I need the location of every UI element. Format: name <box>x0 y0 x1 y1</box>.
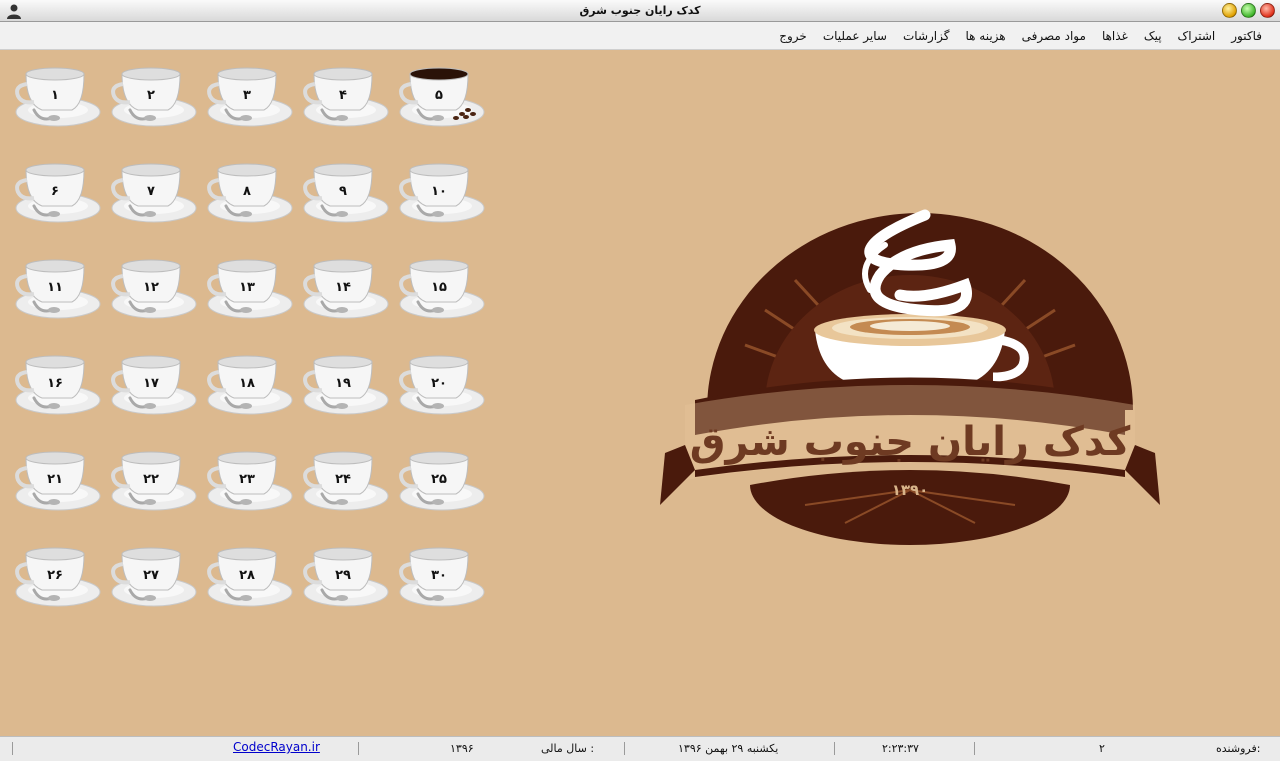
table-cup-button[interactable]: ۲۱ <box>12 448 102 516</box>
table-number: ۱۸ <box>239 376 255 391</box>
table-number: ۳۰ <box>431 568 447 583</box>
table-number: ۲۹ <box>335 568 351 583</box>
table-cup-button[interactable]: ۱۲ <box>108 256 198 324</box>
table-cup-button[interactable]: ۳ <box>204 64 294 132</box>
table-cup-button[interactable]: ۲۸ <box>204 544 294 612</box>
close-button[interactable] <box>1260 3 1275 18</box>
table-cup-button[interactable]: ۲۴ <box>300 448 390 516</box>
table-number: ۳ <box>243 88 251 103</box>
table-number: ۱ <box>51 88 59 103</box>
logo-name: کدک رایان جنوب شرق <box>690 419 1131 465</box>
table-cup-button[interactable]: ۲۷ <box>108 544 198 612</box>
table-cup-button[interactable]: ۲ <box>108 64 198 132</box>
table-number: ۲۵ <box>431 472 447 487</box>
table-number: ۲۶ <box>47 568 63 583</box>
minimize-button[interactable] <box>1222 3 1237 18</box>
table-number: ۱۰ <box>431 184 447 199</box>
table-cup-button[interactable]: ۲۰ <box>396 352 486 420</box>
status-bar: فروشنده: ۲ ۲:۲۳:۳۷ یکشنبه ۲۹ بهمن ۱۳۹۶ س… <box>0 736 1280 761</box>
table-number: ۱۲ <box>143 280 159 295</box>
menu-other-operations[interactable]: سایر عملیات <box>815 29 895 43</box>
table-cup-button[interactable]: ۱۶ <box>12 352 102 420</box>
status-separator <box>12 742 13 755</box>
menu-foods[interactable]: غذاها <box>1094 29 1136 43</box>
status-separator <box>834 742 835 755</box>
table-number: ۲۳ <box>239 472 255 487</box>
menu-expenses[interactable]: هزینه ها <box>957 29 1013 43</box>
table-cup-button[interactable]: ۱۱ <box>12 256 102 324</box>
table-number: ۱۴ <box>335 280 351 295</box>
menu-subscription[interactable]: اشتراک <box>1170 29 1224 43</box>
table-number: ۸ <box>243 184 251 199</box>
table-number: ۴ <box>339 88 347 103</box>
menu-consumables[interactable]: مواد مصرفی <box>1014 29 1094 43</box>
table-cup-button[interactable]: ۱۰ <box>396 160 486 228</box>
table-cup-button[interactable]: ۱۷ <box>108 352 198 420</box>
table-number: ۲۸ <box>239 568 255 583</box>
table-cup-button[interactable]: ۶ <box>12 160 102 228</box>
current-date: یکشنبه ۲۹ بهمن ۱۳۹۶ <box>678 742 779 755</box>
table-number: ۲ <box>147 88 155 103</box>
menu-courier[interactable]: پیک <box>1136 29 1170 43</box>
table-number: ۱۱ <box>47 280 63 295</box>
menu-bar: فاکتور اشتراک پیک غذاها مواد مصرفی هزینه… <box>0 22 1280 50</box>
table-cup-button[interactable]: ۳۰ <box>396 544 486 612</box>
maximize-button[interactable] <box>1241 3 1256 18</box>
table-number: ۲۷ <box>143 568 159 583</box>
table-cup-button[interactable]: ۴ <box>300 64 390 132</box>
menu-exit[interactable]: خروج <box>771 29 815 43</box>
table-cup-button[interactable]: ۲۲ <box>108 448 198 516</box>
table-number: ۱۹ <box>335 376 351 391</box>
cafe-logo: کدک رایان جنوب شرق ۱۳۹۰ <box>660 209 1160 545</box>
table-cup-button[interactable]: ۱۹ <box>300 352 390 420</box>
fiscal-year-value: ۱۳۹۶ <box>450 742 474 755</box>
fiscal-year-label: سال مالی : <box>541 742 595 755</box>
clock-time: ۲:۲۳:۳۷ <box>882 742 919 755</box>
window-title: کدک رایان جنوب شرق <box>579 4 701 17</box>
table-number: ۲۱ <box>47 472 63 487</box>
table-number: ۱۳ <box>239 280 255 295</box>
status-separator <box>974 742 975 755</box>
website-link[interactable]: CodecRayan.ir <box>233 740 320 754</box>
table-cup-button[interactable]: ۲۹ <box>300 544 390 612</box>
table-cup-button[interactable]: ۱۴ <box>300 256 390 324</box>
table-number: ۵ <box>435 88 443 103</box>
table-cup-button[interactable]: ۵ <box>396 64 486 132</box>
table-cup-button[interactable]: ۱۳ <box>204 256 294 324</box>
seller-label: فروشنده: <box>1216 742 1261 755</box>
table-number: ۱۵ <box>431 280 447 295</box>
status-separator <box>358 742 359 755</box>
table-number: ۹ <box>339 184 347 199</box>
table-cup-button[interactable]: ۲۵ <box>396 448 486 516</box>
table-number: ۶ <box>51 184 59 199</box>
table-cup-button[interactable]: ۸ <box>204 160 294 228</box>
table-cup-button[interactable]: ۹ <box>300 160 390 228</box>
table-cup-button[interactable]: ۷ <box>108 160 198 228</box>
seller-value: ۲ <box>1099 742 1105 755</box>
menu-reports[interactable]: گزارشات <box>895 29 957 43</box>
table-cup-button[interactable]: ۱ <box>12 64 102 132</box>
table-number: ۷ <box>147 184 155 199</box>
table-number: ۲۴ <box>335 472 351 487</box>
table-number: ۲۲ <box>143 472 159 487</box>
table-cup-button[interactable]: ۲۳ <box>204 448 294 516</box>
title-bar: کدک رایان جنوب شرق <box>0 0 1280 22</box>
logo-year: ۱۳۹۰ <box>892 481 929 499</box>
table-grid: ۱ ۲ ۳ ۴ ۵ ۶ ۷ ۸ ۹ ۱۰ ۱۱ ۱۲ ۱۳ ۱۴ ۱۵ ۱۶ ۱۷ ۱۸ ۱۹ ۲۰ ۲۱ ۲۲ ۲۳ ۲۴ ۲… <box>12 64 492 624</box>
table-cup-button[interactable]: ۱۸ <box>204 352 294 420</box>
table-number: ۱۶ <box>47 376 63 391</box>
menu-invoice[interactable]: فاکتور <box>1223 29 1270 43</box>
status-separator <box>624 742 625 755</box>
table-cup-button[interactable]: ۲۶ <box>12 544 102 612</box>
table-number: ۱۷ <box>143 376 159 391</box>
table-cup-button[interactable]: ۱۵ <box>396 256 486 324</box>
table-number: ۲۰ <box>431 376 447 391</box>
